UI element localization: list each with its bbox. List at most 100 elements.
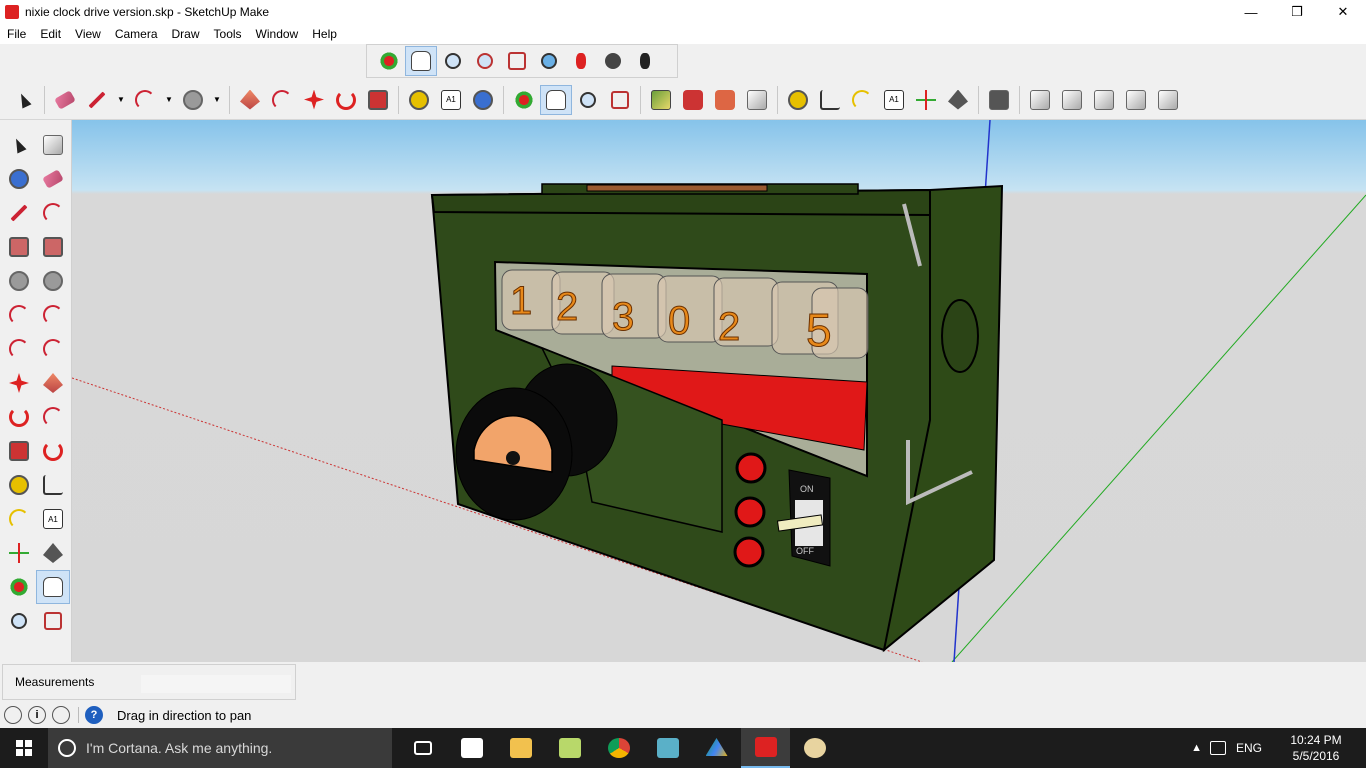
paint-button[interactable] bbox=[467, 85, 499, 115]
orbit-button-2[interactable] bbox=[508, 85, 540, 115]
freehand-tool[interactable] bbox=[36, 196, 70, 230]
arc-dropdown-icon[interactable]: ▼ bbox=[161, 95, 177, 104]
zoom-window-button[interactable] bbox=[469, 46, 501, 76]
action-center-icon[interactable] bbox=[1209, 741, 1226, 755]
move-tool[interactable] bbox=[2, 366, 36, 400]
restore-button[interactable]: ❒ bbox=[1274, 0, 1320, 24]
section-plane-button[interactable] bbox=[983, 85, 1015, 115]
look-around-button[interactable] bbox=[597, 46, 629, 76]
drive-button[interactable] bbox=[692, 728, 741, 768]
orbit-button[interactable] bbox=[373, 46, 405, 76]
dimension-button[interactable] bbox=[814, 85, 846, 115]
follow-me-button[interactable] bbox=[266, 85, 298, 115]
text-button-2[interactable]: A1 bbox=[878, 85, 910, 115]
zoom-button[interactable] bbox=[437, 46, 469, 76]
scale-tool[interactable] bbox=[2, 434, 36, 468]
arc-tool[interactable] bbox=[2, 298, 36, 332]
text-button[interactable]: A1 bbox=[435, 85, 467, 115]
rectangle-tool[interactable] bbox=[2, 230, 36, 264]
measurements-input[interactable] bbox=[141, 675, 291, 693]
polygon-tool[interactable] bbox=[36, 264, 70, 298]
pan-tool[interactable] bbox=[36, 570, 70, 604]
zoom-button-2[interactable] bbox=[572, 85, 604, 115]
make-component-tool[interactable] bbox=[36, 128, 70, 162]
rotated-rectangle-tool[interactable] bbox=[36, 230, 70, 264]
sketchup-taskbar-button[interactable] bbox=[741, 728, 790, 768]
menu-tools[interactable]: Tools bbox=[207, 27, 249, 41]
previous-view-button[interactable] bbox=[533, 46, 565, 76]
circle-tool[interactable] bbox=[2, 264, 36, 298]
view-top-button[interactable] bbox=[1056, 85, 1088, 115]
taskbar-clock[interactable]: 10:24 PM 5/5/2016 bbox=[1278, 732, 1354, 764]
file-explorer-button[interactable] bbox=[496, 728, 545, 768]
tray-chevron-icon[interactable]: ▲ bbox=[1191, 742, 1202, 754]
offset-tool[interactable] bbox=[36, 434, 70, 468]
line-tool[interactable] bbox=[2, 196, 36, 230]
zoom-window-tool[interactable] bbox=[36, 604, 70, 638]
view-back-button[interactable] bbox=[1152, 85, 1184, 115]
tape-button-2[interactable] bbox=[782, 85, 814, 115]
instructor-help-icon[interactable]: ? bbox=[85, 706, 103, 724]
paint-tool[interactable] bbox=[2, 162, 36, 196]
menu-edit[interactable]: Edit bbox=[33, 27, 68, 41]
follow-me-tool[interactable] bbox=[36, 400, 70, 434]
menu-view[interactable]: View bbox=[68, 27, 108, 41]
text-tool[interactable]: A1 bbox=[36, 502, 70, 536]
start-button[interactable] bbox=[0, 728, 48, 768]
select-tool[interactable] bbox=[2, 128, 36, 162]
zoom-tool[interactable] bbox=[2, 604, 36, 638]
add-location-button[interactable] bbox=[645, 85, 677, 115]
rotate-tool[interactable] bbox=[2, 400, 36, 434]
zoom-extents-button[interactable] bbox=[501, 46, 533, 76]
scale-button[interactable] bbox=[362, 85, 394, 115]
paint-app-button[interactable] bbox=[790, 728, 839, 768]
axes-tool[interactable] bbox=[2, 536, 36, 570]
2-point-arc-tool[interactable] bbox=[36, 298, 70, 332]
dimension-tool[interactable] bbox=[36, 468, 70, 502]
3d-text-tool[interactable] bbox=[36, 536, 70, 570]
menu-window[interactable]: Window bbox=[249, 27, 306, 41]
push-pull-button[interactable] bbox=[234, 85, 266, 115]
extension-warehouse-button[interactable] bbox=[709, 85, 741, 115]
cortana-search[interactable]: I'm Cortana. Ask me anything. bbox=[48, 728, 392, 768]
protractor-tool[interactable] bbox=[2, 502, 36, 536]
zoom-extents-button-2[interactable] bbox=[604, 85, 636, 115]
protractor-button[interactable] bbox=[846, 85, 878, 115]
menu-camera[interactable]: Camera bbox=[108, 27, 165, 41]
arc-button[interactable] bbox=[129, 85, 161, 115]
pan-button-2[interactable] bbox=[540, 84, 572, 115]
walk-button[interactable] bbox=[629, 46, 661, 76]
photos-button[interactable] bbox=[545, 728, 594, 768]
task-view-button[interactable] bbox=[398, 728, 447, 768]
warehouse-button[interactable] bbox=[677, 85, 709, 115]
credits-info-icon[interactable]: i bbox=[28, 706, 46, 724]
minimize-button[interactable]: — bbox=[1228, 0, 1274, 24]
move-button[interactable] bbox=[298, 85, 330, 115]
model-viewport[interactable]: 1 2 3 0 2 5 ON OFF bbox=[72, 120, 1366, 662]
tape-button[interactable] bbox=[403, 85, 435, 115]
circle-dropdown-icon[interactable]: ▼ bbox=[209, 95, 225, 104]
tape-measure-tool[interactable] bbox=[2, 468, 36, 502]
menu-help[interactable]: Help bbox=[305, 27, 344, 41]
select-button[interactable] bbox=[8, 85, 40, 115]
chrome-button[interactable] bbox=[594, 728, 643, 768]
3-point-arc-tool[interactable] bbox=[2, 332, 36, 366]
eraser-button[interactable] bbox=[49, 85, 81, 115]
circle-button[interactable] bbox=[177, 85, 209, 115]
capture-button[interactable] bbox=[643, 728, 692, 768]
user-account-icon[interactable] bbox=[52, 706, 70, 724]
pencil-button[interactable] bbox=[81, 85, 113, 115]
rotate-button[interactable] bbox=[330, 85, 362, 115]
orbit-tool[interactable] bbox=[2, 570, 36, 604]
axes-button[interactable] bbox=[910, 85, 942, 115]
input-language[interactable]: ENG bbox=[1236, 741, 1262, 755]
view-front-button[interactable] bbox=[1088, 85, 1120, 115]
share-model-button[interactable] bbox=[741, 85, 773, 115]
pan-button[interactable] bbox=[405, 46, 437, 76]
close-button[interactable]: ✕ bbox=[1320, 0, 1366, 24]
store-button[interactable] bbox=[447, 728, 496, 768]
pie-tool[interactable] bbox=[36, 332, 70, 366]
menu-draw[interactable]: Draw bbox=[165, 27, 207, 41]
3d-text-button[interactable] bbox=[942, 85, 974, 115]
push-pull-tool[interactable] bbox=[36, 366, 70, 400]
